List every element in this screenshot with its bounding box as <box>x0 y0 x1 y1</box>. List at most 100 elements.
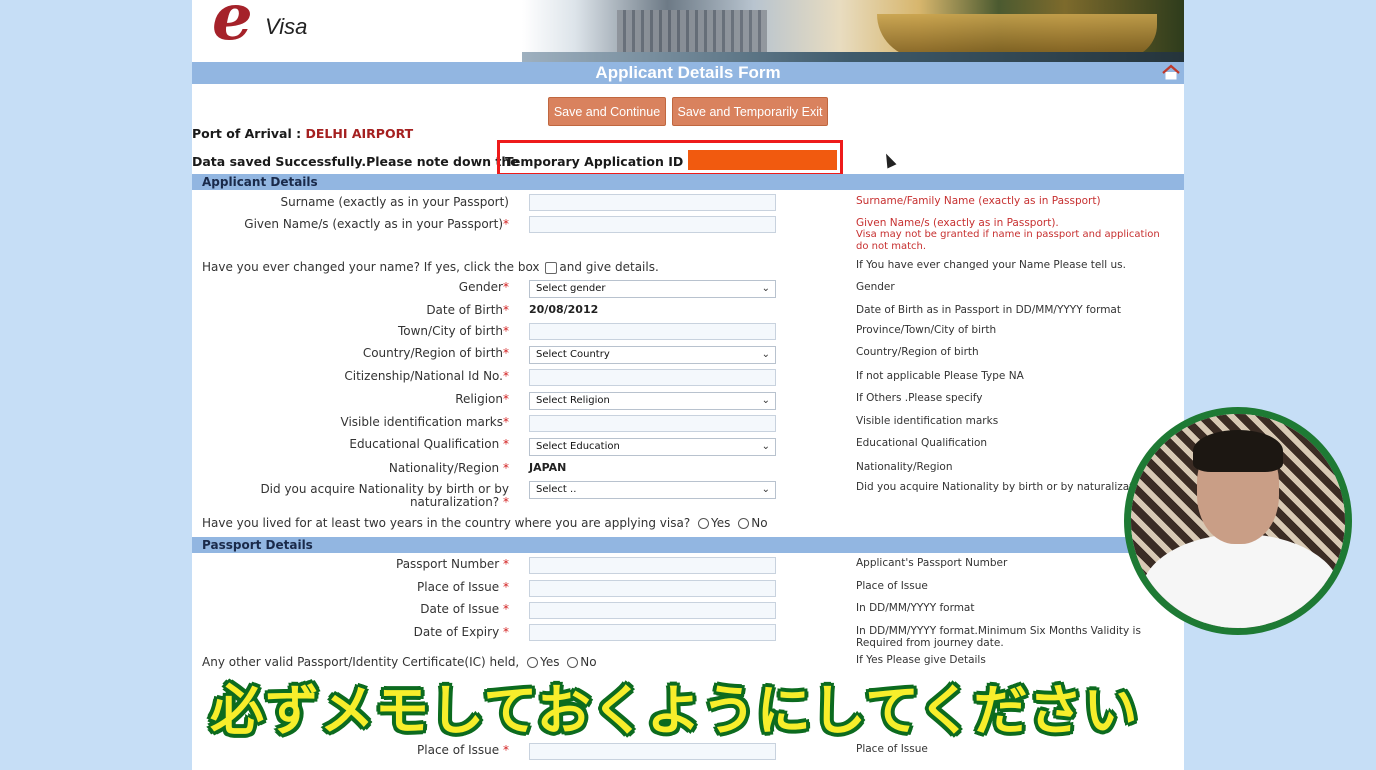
avatar-hair <box>1193 430 1283 472</box>
saved-message: Data saved Successfully.Please note down… <box>192 154 519 169</box>
changed-name-label: Have you ever changed your name? If yes,… <box>202 260 540 274</box>
required-star: * <box>503 602 509 616</box>
port-of-arrival: Port of Arrival : DELHI AIRPORT <box>192 126 413 141</box>
date-of-issue-help: In DD/MM/YYYY format <box>856 602 975 614</box>
date-of-expiry-help: In DD/MM/YYYY format.Minimum Six Months … <box>856 625 1141 637</box>
required-star: * <box>503 415 509 429</box>
gender-help: Gender <box>856 281 895 293</box>
dob-label-text: Date of Birth <box>426 303 503 317</box>
country-label: Country/Region of birth* <box>363 346 509 360</box>
required-star: * <box>503 392 509 406</box>
acquire-select[interactable]: Select .. ⌄ <box>529 481 776 499</box>
port-label: Port of Arrival : <box>192 126 302 141</box>
town-input[interactable] <box>529 323 776 340</box>
religion-label: Religion* <box>455 392 509 406</box>
place-of-issue-label-text: Place of Issue <box>417 580 500 594</box>
marks-input[interactable] <box>529 415 776 432</box>
surname-input[interactable] <box>529 194 776 211</box>
dob-label: Date of Birth* <box>426 303 509 317</box>
place-of-issue-label: Place of Issue * <box>417 580 509 594</box>
banner-photo <box>522 0 1184 62</box>
save-continue-button[interactable]: Save and Continue <box>548 97 666 126</box>
required-star: * <box>503 217 509 231</box>
required-star: * <box>503 324 509 338</box>
town-help: Province/Town/City of birth <box>856 324 997 336</box>
required-star: * <box>503 369 509 383</box>
surname-help: Surname/Family Name (exactly as in Passp… <box>856 195 1101 207</box>
citizenship-help: If not applicable Please Type NA <box>856 370 1024 382</box>
evisa-banner: e Visa <box>192 0 1184 62</box>
passport-number-help: Applicant's Passport Number <box>856 557 1008 569</box>
country-select[interactable]: Select Country ⌄ <box>529 346 776 364</box>
education-select[interactable]: Select Education ⌄ <box>529 438 776 456</box>
home-icon[interactable] <box>1162 64 1180 80</box>
date-of-issue-label: Date of Issue * <box>420 602 509 616</box>
gender-label-text: Gender <box>458 280 503 294</box>
date-of-issue-label-text: Date of Issue <box>420 602 500 616</box>
education-label: Educational Qualification * <box>349 437 509 451</box>
save-exit-button[interactable]: Save and Temporarily Exit <box>672 97 828 126</box>
given-name-label: Given Name/s (exactly as in your Passpor… <box>244 217 509 231</box>
passport-number-input[interactable] <box>529 557 776 574</box>
evisa-logo: e <box>212 0 253 55</box>
religion-select[interactable]: Select Religion ⌄ <box>529 392 776 410</box>
section-passport-details: Passport Details <box>192 537 1184 553</box>
visa-form-page: e Visa Applicant Details Form Save and C… <box>192 0 1184 770</box>
changed-name-label-2: and give details. <box>559 260 659 274</box>
given-name-label-text: Given Name/s (exactly as in your Passpor… <box>244 217 503 231</box>
lived-label: Have you lived for at least two years in… <box>202 516 691 530</box>
gender-select[interactable]: Select gender ⌄ <box>529 280 776 298</box>
town-label-text: Town/City of birth <box>397 324 503 338</box>
required-star: * <box>503 461 509 475</box>
education-help: Educational Qualification <box>856 437 988 449</box>
required-star: * <box>503 437 509 451</box>
citizenship-input[interactable] <box>529 369 776 386</box>
place-of-issue-input[interactable] <box>529 580 776 597</box>
section-applicant-details: Applicant Details <box>192 174 1184 190</box>
given-name-warning: Visa may not be granted if name in passp… <box>856 229 1160 240</box>
video-subtitle: 必ずメモしておくようにしてください <box>210 679 1139 742</box>
given-name-input[interactable] <box>529 216 776 233</box>
country-help: Country/Region of birth <box>856 346 979 358</box>
date-of-expiry-input[interactable] <box>529 624 776 641</box>
gender-select-value: Select gender <box>536 283 606 294</box>
date-of-issue-input[interactable] <box>529 602 776 619</box>
evisa-logo-text: Visa <box>265 14 308 39</box>
lived-yes-label: Yes <box>711 516 731 530</box>
acquire-label: Did you acquire Nationality by birth or … <box>260 482 509 496</box>
form-title-bar: Applicant Details Form <box>192 62 1184 84</box>
nationality-value: JAPAN <box>529 461 567 474</box>
gender-label: Gender* <box>459 280 509 294</box>
citizenship-label-text: Citizenship/National Id No. <box>344 369 503 383</box>
other-passport-help: If Yes Please give Details <box>856 654 986 666</box>
passport-number-label: Passport Number * <box>396 557 509 571</box>
lived-yes-radio[interactable] <box>698 518 710 529</box>
acquire-label-text: Did you acquire Nationality by birth or … <box>260 482 509 496</box>
changed-name-help: If You have ever changed your Name Pleas… <box>856 259 1126 271</box>
chevron-down-icon: ⌄ <box>761 395 770 406</box>
required-star: * <box>503 280 509 294</box>
lived-no-radio[interactable] <box>738 518 750 529</box>
religion-select-value: Select Religion <box>536 395 610 406</box>
banner-water-image <box>522 52 1184 62</box>
date-of-expiry-label: Date of Expiry * <box>414 625 509 639</box>
acquire-label-text-2: naturalization? <box>409 495 500 509</box>
acquire-label-2: naturalization? * <box>410 495 509 509</box>
dob-value: 20/08/2012 <box>529 303 599 316</box>
required-star: * <box>503 557 509 571</box>
changed-name-row: Have you ever changed your name? If yes,… <box>202 260 659 274</box>
chevron-down-icon: ⌄ <box>761 484 770 495</box>
given-name-warning-2: do not match. <box>856 241 927 252</box>
surname-label: Surname (exactly as in your Passport) <box>281 195 509 209</box>
dob-help: Date of Birth as in Passport in DD/MM/YY… <box>856 304 1121 316</box>
changed-name-checkbox[interactable] <box>545 261 558 274</box>
presenter-avatar <box>1124 407 1352 635</box>
acquire-help: Did you acquire Nationality by birth or … <box>856 481 1143 493</box>
highlight-box <box>497 140 843 176</box>
lived-row: Have you lived for at least two years in… <box>202 516 768 530</box>
place-of-issue-help: Place of Issue <box>856 580 928 592</box>
chevron-down-icon: ⌄ <box>761 349 770 360</box>
country-label-text: Country/Region of birth <box>362 346 503 360</box>
town-label: Town/City of birth* <box>398 324 509 338</box>
marks-help: Visible identification marks <box>856 415 999 427</box>
